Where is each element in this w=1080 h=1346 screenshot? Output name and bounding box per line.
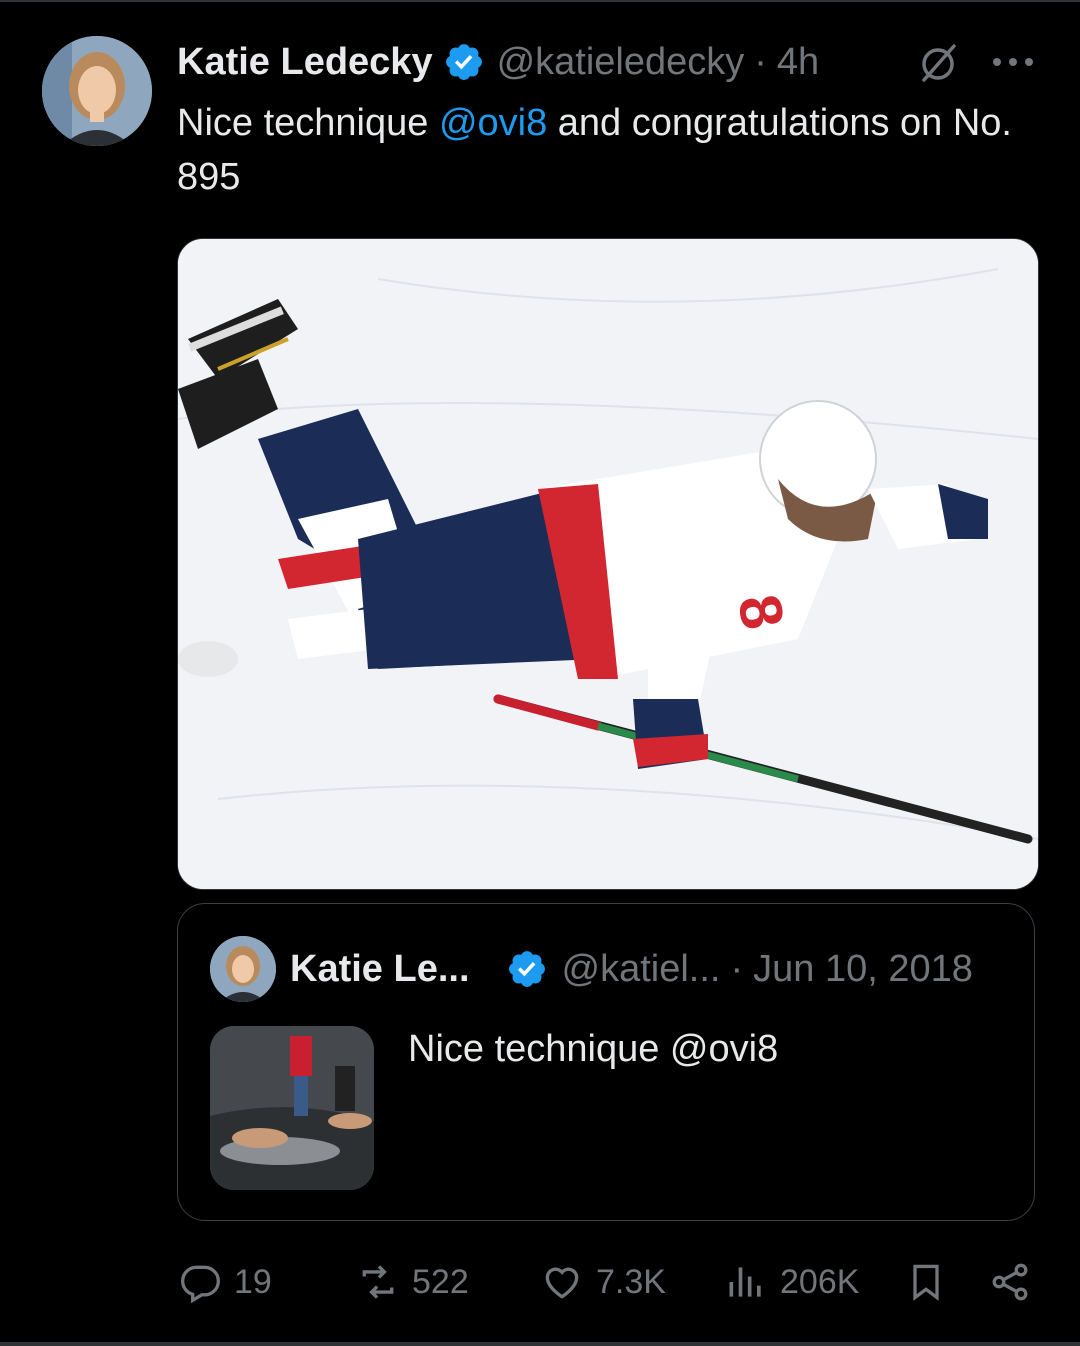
views-button[interactable]: 206K — [724, 1250, 859, 1314]
top-divider — [0, 0, 1080, 2]
separator-dot: · — [730, 947, 744, 990]
quoted-tweet[interactable]: Katie Le... @katiel... · Jun 10, 2018 Ni… — [177, 903, 1035, 1221]
reply-button[interactable]: 19 — [178, 1250, 272, 1314]
repost-count: 522 — [412, 1262, 469, 1301]
share-button[interactable] — [988, 1250, 1032, 1314]
like-count: 7.3K — [596, 1262, 666, 1301]
verified-badge-icon — [445, 44, 482, 80]
like-icon — [545, 1267, 579, 1299]
tweet-actions: 19 522 7.3K 206K — [0, 1250, 1080, 1314]
reply-icon — [181, 1265, 220, 1304]
bottom-divider — [0, 1342, 1080, 1346]
author-name[interactable]: Katie Ledecky — [177, 41, 433, 84]
author-handle[interactable]: @katieledecky — [497, 41, 745, 84]
repost-button[interactable]: 522 — [356, 1250, 469, 1314]
verified-badge-icon — [508, 951, 545, 987]
quoted-author-avatar[interactable] — [210, 936, 276, 1002]
grok-icon[interactable] — [914, 40, 962, 88]
tweet-media-image[interactable]: 8 — [177, 238, 1039, 890]
mention-link[interactable]: @ovi8 — [439, 102, 547, 144]
tweet-text: Nice technique @ovi8 and congratulations… — [177, 96, 1037, 204]
tweet-header: Katie Ledecky @katieledecky · 4h — [177, 34, 819, 90]
share-icon — [992, 1263, 1028, 1301]
quoted-media-thumbnail[interactable] — [210, 1026, 374, 1190]
more-icon[interactable] — [990, 52, 1036, 72]
repost-icon — [362, 1265, 394, 1299]
quoted-author-name: Katie Le... — [290, 947, 470, 990]
tweet-text-start: Nice technique — [177, 102, 439, 144]
reply-count: 19 — [234, 1262, 272, 1301]
views-icon — [729, 1267, 761, 1297]
separator-dot: · — [754, 40, 767, 83]
author-avatar[interactable] — [42, 36, 152, 146]
tweet-time[interactable]: 4h — [777, 41, 819, 84]
quoted-header: Katie Le... @katiel... · Jun 10, 2018 — [290, 942, 973, 996]
bookmark-icon — [913, 1264, 939, 1301]
bookmark-button[interactable] — [904, 1250, 948, 1314]
views-count: 206K — [780, 1262, 860, 1301]
like-button[interactable]: 7.3K — [540, 1250, 666, 1314]
quoted-text: Nice technique @ovi8 — [408, 1028, 779, 1070]
quoted-author-handle: @katiel... — [561, 947, 721, 990]
quoted-date: Jun 10, 2018 — [753, 947, 973, 990]
